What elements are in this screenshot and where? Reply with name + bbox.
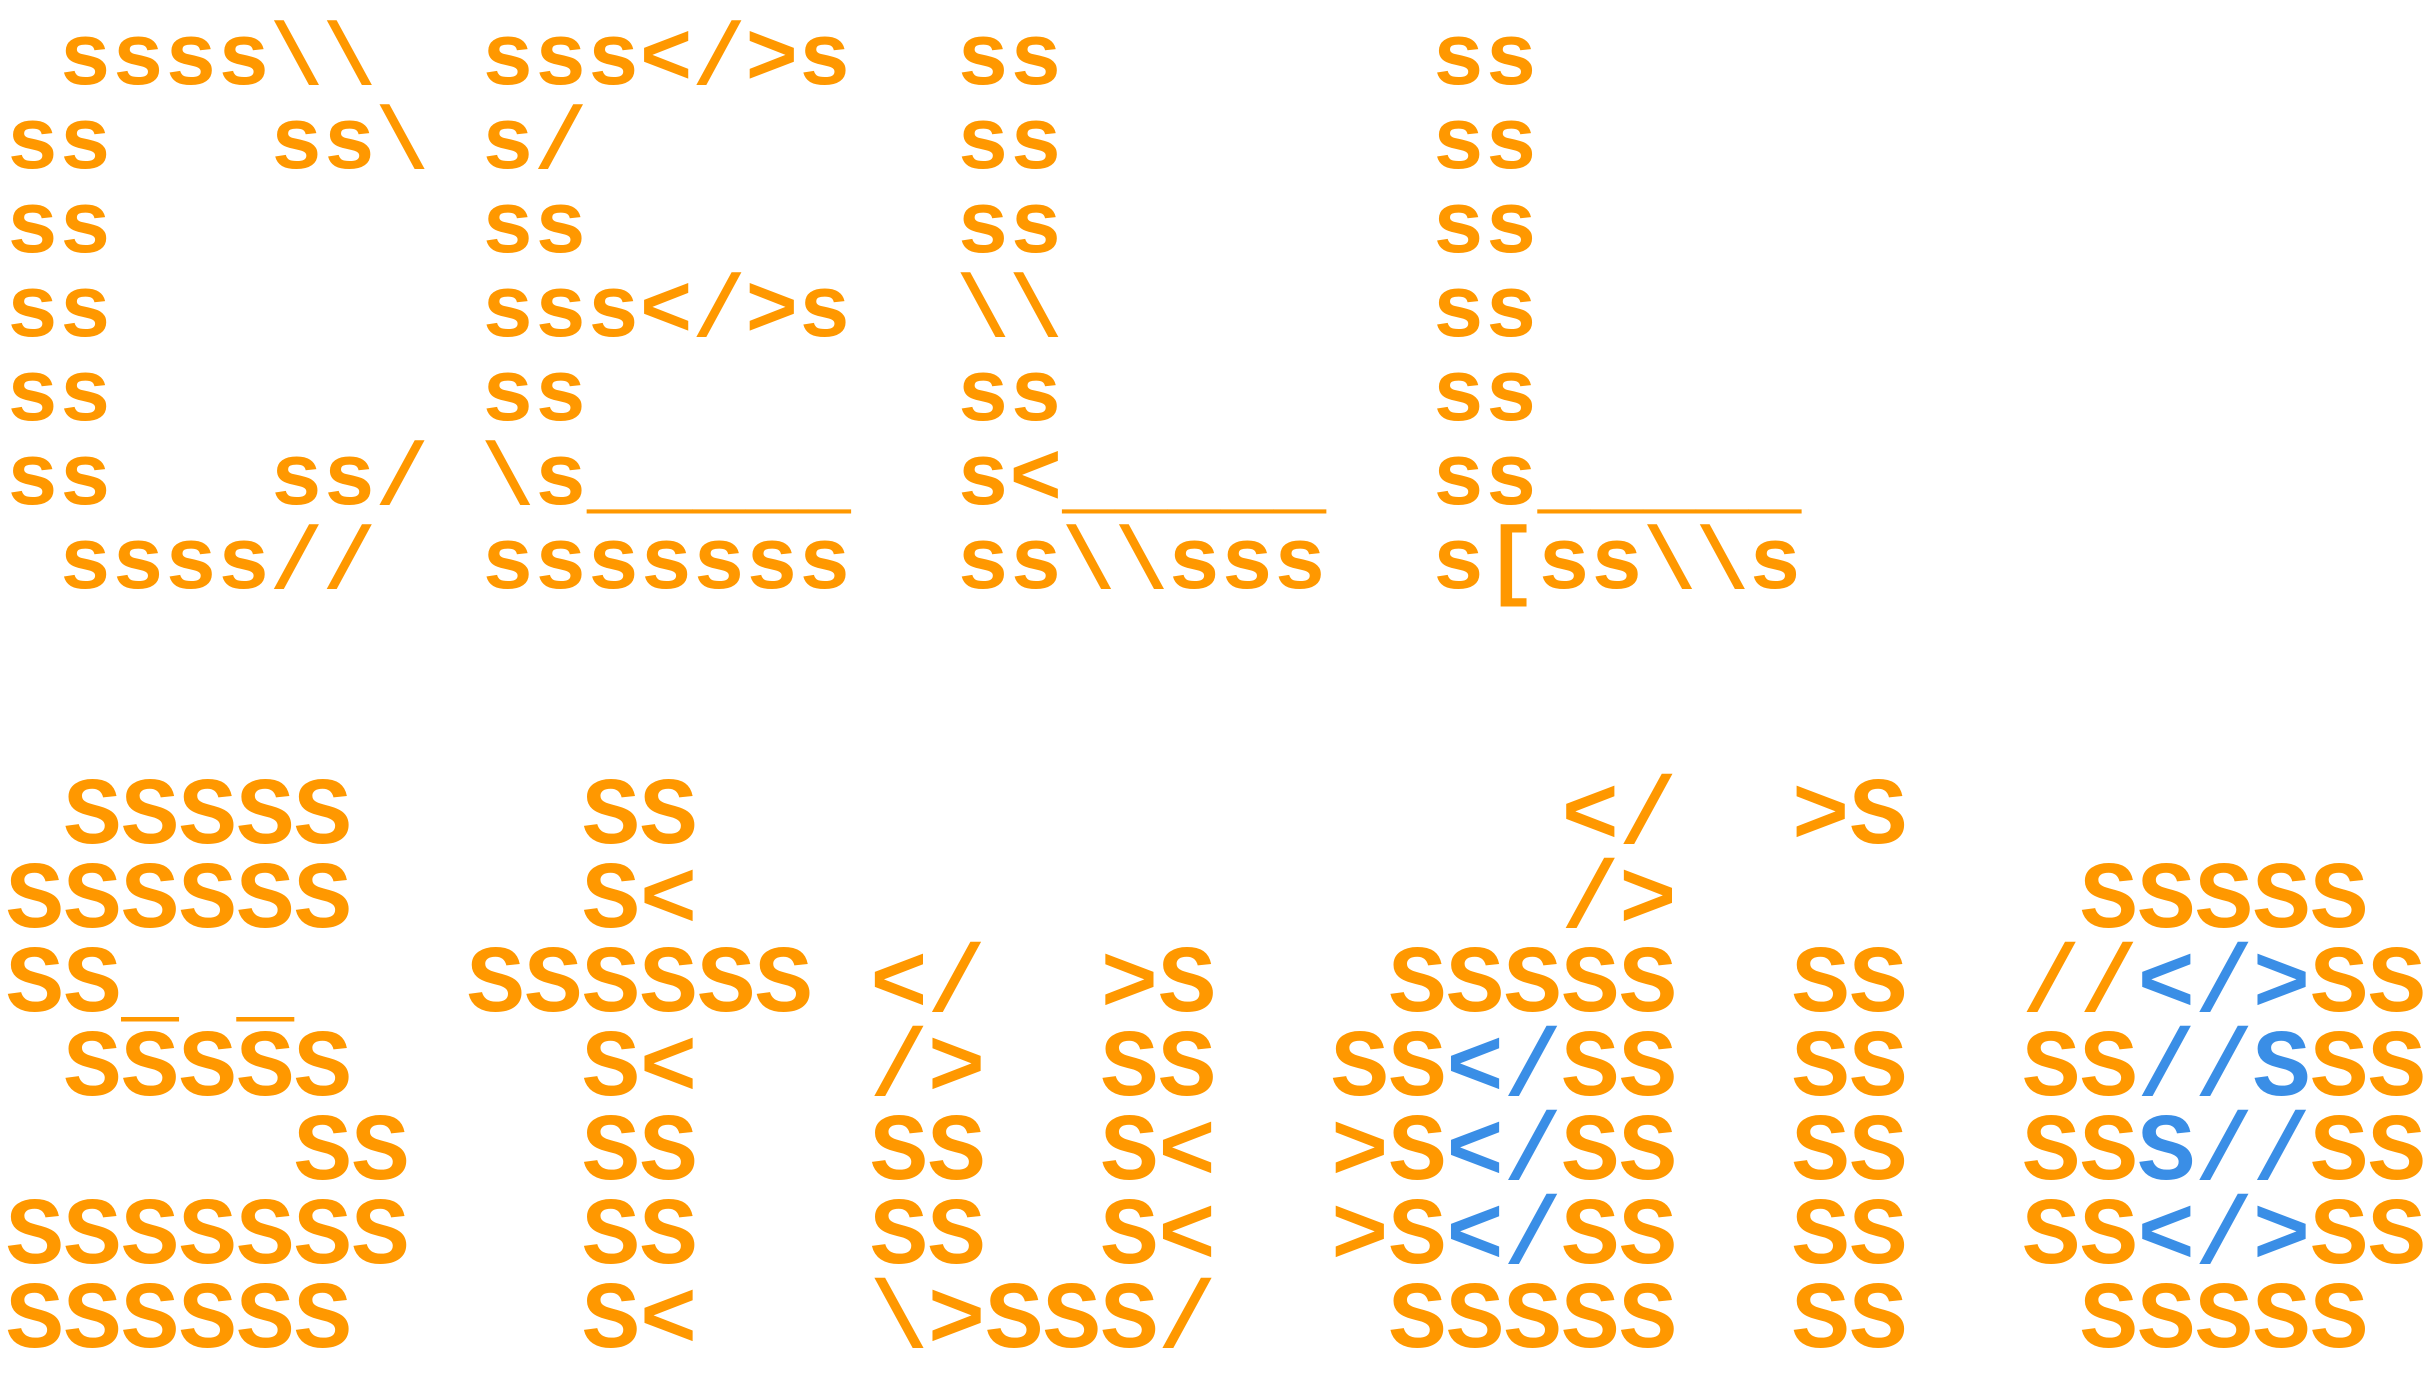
- ascii-art-line: ss ss/ \s_____ s<_____ ss_____: [6, 438, 1802, 526]
- ascii-art-line: ssss// sssssss ss\\sss s[ss\\s: [6, 522, 1802, 610]
- ascii-art-line: ss sss</>s \\ ss: [6, 270, 1802, 358]
- ascii-art-line: ss ss\ s/ ss ss: [6, 102, 1802, 190]
- ascii-art-top: ssss\\ sss</>s ss ss ss ss\ s/ ss ss ss ss…: [6, 18, 1802, 610]
- ascii-art-line: ssss\\ sss</>s ss ss: [6, 18, 1802, 106]
- ascii-art-line: SSSSSS S< \>SSS/ SSSSS SS SSSSS: [6, 1274, 2426, 1370]
- ascii-art-segment: SSSSSS S< \>SSS/ SSSSS SS SSSSS: [6, 1267, 2368, 1376]
- ascii-art-line: ss ss ss ss: [6, 354, 1802, 442]
- ascii-art-segment: ssss// sssssss ss\\sss s[ss\\s: [6, 516, 1802, 615]
- ascii-art-line: ss ss ss ss: [6, 186, 1802, 274]
- ascii-art-bottom: SSSSS SS </ >S SSSSSS S< /> SSSSS SS_ _ SS…: [6, 770, 2426, 1370]
